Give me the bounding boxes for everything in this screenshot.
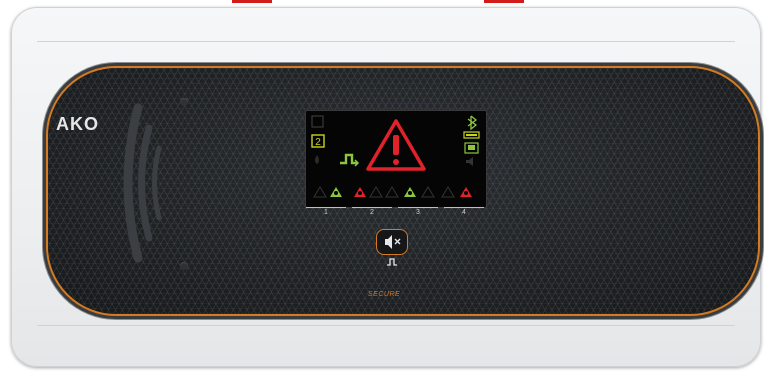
screw-top [180, 98, 188, 106]
alarm-device-view: AKO 2 1 2 3 4 SECURE [0, 0, 770, 373]
relay-pulse-icon [340, 153, 360, 167]
siren-horn-icon [123, 103, 162, 263]
zone-bar-3 [398, 207, 438, 208]
zone-label-4: 4 [462, 209, 466, 216]
brand-logo: AKO [56, 114, 99, 134]
zone-alarm-row [313, 186, 472, 198]
zone-label-2: 2 [370, 209, 374, 216]
zone-number-text: 2 [315, 137, 321, 148]
warning-triangle-icon [366, 119, 426, 171]
screw-bottom [180, 262, 188, 270]
network-icon [464, 142, 479, 154]
zone-number-icon: 2 [311, 134, 325, 148]
zone-label-3: 3 [416, 209, 420, 216]
zone-bar-2 [352, 207, 392, 208]
zone-bar-1 [306, 207, 346, 208]
display-graphics: 2 [311, 115, 480, 198]
zone-label-1: 1 [324, 209, 328, 216]
lcd-display: 2 [305, 110, 487, 208]
speaker-icon [466, 157, 473, 166]
mute-button[interactable] [376, 229, 408, 255]
relay-symbol-icon [387, 258, 397, 266]
zone-bar-4 [444, 207, 484, 208]
battery-icon [463, 131, 480, 139]
zone-indicator-dim-icon [311, 115, 324, 128]
bluetooth-icon [467, 115, 478, 131]
drop-icon [315, 155, 319, 164]
case-bottom-groove [37, 325, 735, 326]
mute-speaker-icon [385, 235, 401, 249]
secure-label: SECURE [368, 291, 401, 298]
case-top-groove [37, 41, 735, 42]
